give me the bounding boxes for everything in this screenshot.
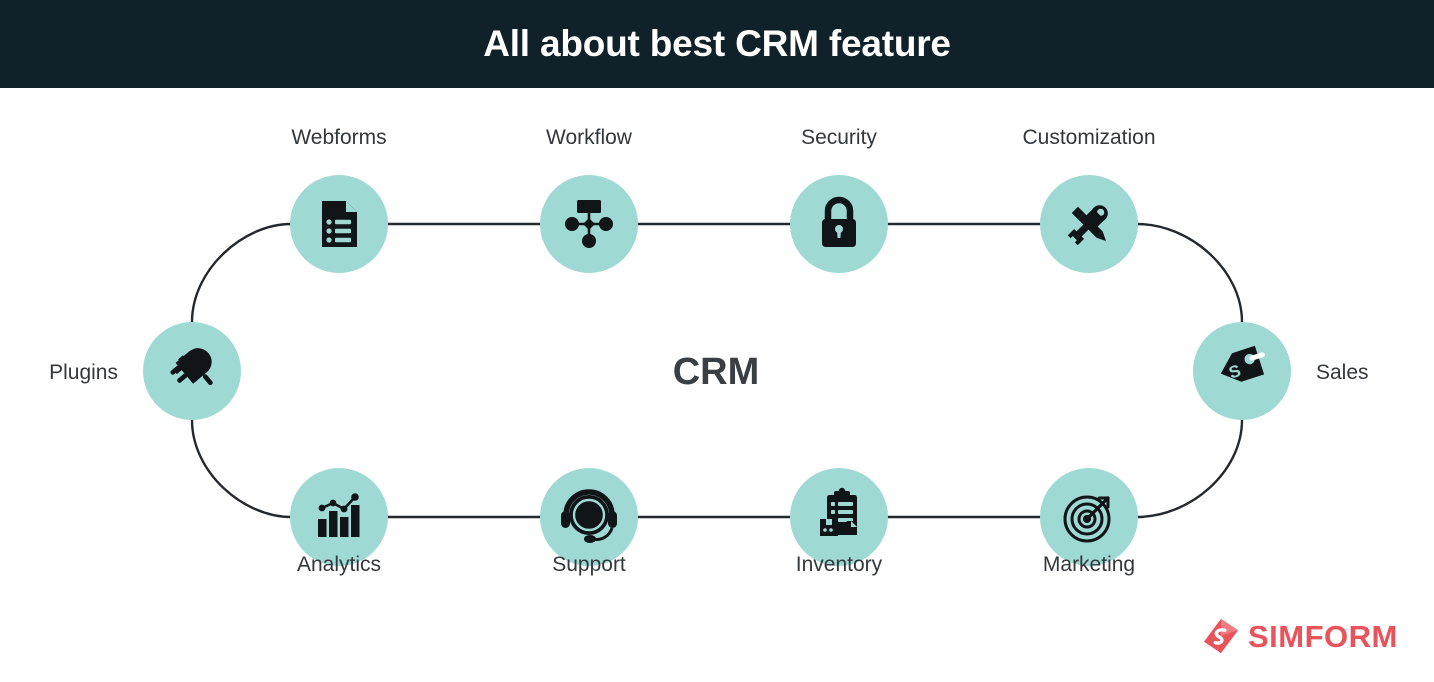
node-label-customization: Customization <box>1022 126 1155 149</box>
header-banner: All about best CRM feature <box>0 0 1434 88</box>
node-label-inventory: Inventory <box>796 553 883 576</box>
diagram-svg: CRM Plugins Webforms Workflow Security C… <box>49 126 1369 576</box>
node-workflow[interactable]: Workflow <box>540 126 638 273</box>
node-label-workflow: Workflow <box>546 126 633 149</box>
node-customization[interactable]: Customization <box>1022 126 1156 273</box>
node-circle-analytics <box>290 468 388 566</box>
node-label-security: Security <box>801 126 877 149</box>
infographic-page: All about best CRM feature CRM Plugins W… <box>0 0 1434 682</box>
node-label-sales: Sales <box>1316 361 1369 384</box>
brand-logo: SIMFORM <box>1202 617 1398 655</box>
connector-customization-sales <box>1135 222 1244 324</box>
node-label-marketing: Marketing <box>1043 553 1135 576</box>
target-arrow-icon <box>1063 495 1111 543</box>
node-inventory[interactable]: Inventory <box>790 468 888 576</box>
node-support[interactable]: Support <box>540 468 638 576</box>
connector-sales-marketing <box>1135 418 1244 519</box>
node-sales[interactable]: S Sales <box>1193 322 1369 420</box>
connector-plugins-webforms <box>190 222 293 324</box>
page-title: All about best CRM feature <box>483 23 951 64</box>
simform-diamond-logo-icon <box>1203 618 1239 654</box>
node-analytics[interactable]: Analytics <box>290 468 388 576</box>
document-list-icon <box>322 201 357 247</box>
crm-feature-diagram: CRM Plugins Webforms Workflow Security C… <box>0 88 1434 682</box>
node-label-analytics: Analytics <box>297 553 381 576</box>
brand-name: SIMFORM <box>1248 618 1398 654</box>
center-label-crm: CRM <box>673 351 760 393</box>
node-label-webforms: Webforms <box>291 126 386 149</box>
connector-plugins-analytics <box>190 418 293 519</box>
node-marketing[interactable]: Marketing <box>1040 468 1138 576</box>
node-webforms[interactable]: Webforms <box>290 126 388 273</box>
node-label-plugins: Plugins <box>49 361 118 384</box>
node-label-support: Support <box>552 553 626 576</box>
node-security[interactable]: Security <box>790 126 888 273</box>
node-plugins[interactable]: Plugins <box>49 322 241 420</box>
